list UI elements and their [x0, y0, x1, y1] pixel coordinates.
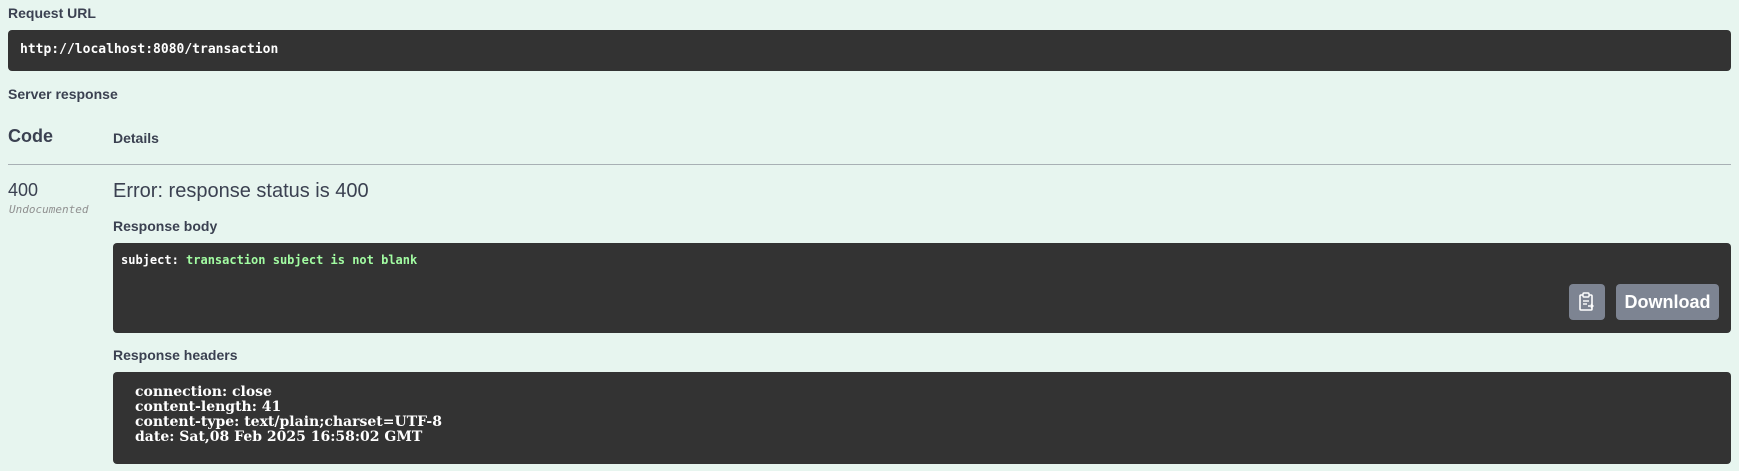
- code-column-header: Code: [8, 126, 53, 146]
- error-title: Error: response status is 400: [113, 180, 369, 202]
- download-button[interactable]: Download: [1616, 284, 1719, 320]
- status-code: 400: [8, 180, 39, 200]
- response-body-label: Response body: [113, 218, 218, 234]
- response-headers-label: Response headers: [113, 347, 238, 363]
- response-header-line: content-type: text/plain;charset=UTF-8: [135, 414, 442, 430]
- clipboard-icon: [1579, 292, 1594, 311]
- response-header-line: connection: close: [135, 384, 272, 400]
- request-url-value[interactable]: http://localhost:8080/transaction: [8, 30, 1731, 71]
- table-divider: [8, 164, 1731, 165]
- response-body-value: transaction subject is not blank: [186, 253, 418, 267]
- copy-to-clipboard-button[interactable]: [1569, 284, 1605, 320]
- details-column-header: Details: [113, 130, 159, 146]
- request-url-label: Request URL: [8, 5, 96, 21]
- swagger-response-panel: Request URL http://localhost:8080/transa…: [0, 0, 1739, 471]
- response-header-line: content-length: 41: [135, 399, 282, 415]
- response-header-line: date: Sat,08 Feb 2025 16:58:02 GMT: [135, 429, 423, 445]
- response-body-key: subject:: [121, 253, 179, 267]
- response-headers-box[interactable]: connection: close content-length: 41 con…: [113, 372, 1731, 464]
- response-body-box[interactable]: subject: transaction subject is not blan…: [113, 243, 1731, 333]
- undocumented-note: Undocumented: [9, 203, 89, 216]
- server-response-label: Server response: [8, 86, 118, 102]
